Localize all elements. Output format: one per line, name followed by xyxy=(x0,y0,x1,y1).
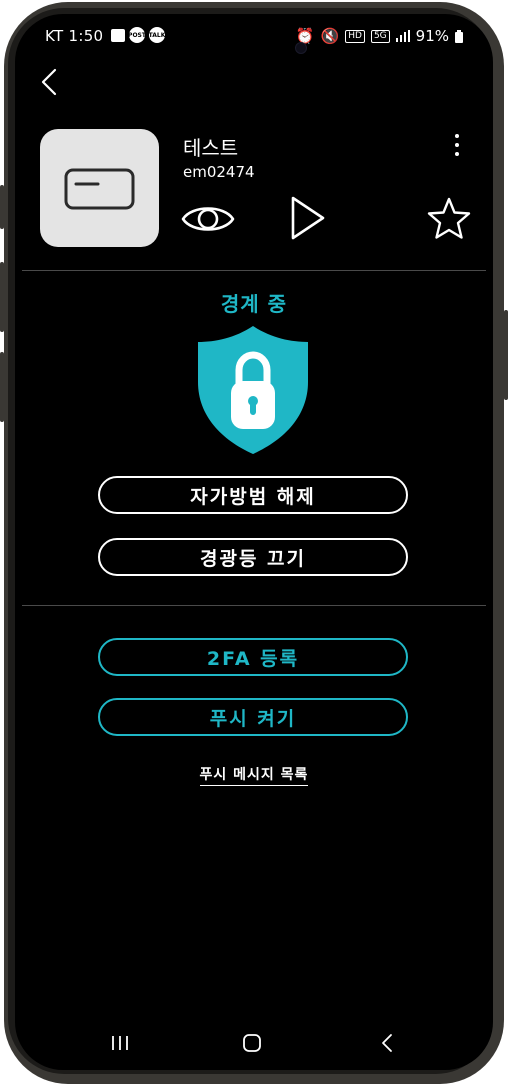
push-list-link[interactable]: 푸시 메시지 목록 xyxy=(199,767,309,786)
section-divider xyxy=(22,605,486,606)
disarm-button[interactable]: 자가방범 해제 xyxy=(98,476,408,514)
star-icon xyxy=(427,197,471,239)
back-button[interactable] xyxy=(37,66,67,98)
mute-icon: 🔇 xyxy=(320,27,340,45)
register-2fa-button[interactable]: 2FA 등록 xyxy=(98,638,408,676)
volume-down-key xyxy=(0,262,4,332)
clock: 1:50 xyxy=(68,27,104,45)
device-id: em02474 xyxy=(183,163,255,181)
view-button[interactable] xyxy=(180,197,236,241)
home-icon xyxy=(243,1034,261,1052)
device-name: 테스트 xyxy=(183,136,239,160)
status-bar: KT 1:50 POST TALK ⏰ 🔇 HD 5G 91% xyxy=(15,24,493,48)
back-arrow-icon xyxy=(382,1034,392,1052)
push-list-link-row: 푸시 메시지 목록 xyxy=(15,764,493,786)
carrier-label: KT xyxy=(45,27,64,45)
security-status: 경계 중 xyxy=(220,292,288,316)
recents-button[interactable] xyxy=(109,1032,131,1054)
more-button[interactable] xyxy=(447,130,467,160)
shield-lock-icon xyxy=(198,326,308,454)
power-key xyxy=(504,310,508,400)
volume-up-key xyxy=(0,185,4,229)
recents-icon xyxy=(112,1036,128,1050)
screen: KT 1:50 POST TALK ⏰ 🔇 HD 5G 91% 테스트 em02… xyxy=(15,14,493,1070)
carrier-time: KT 1:50 xyxy=(45,27,103,45)
siren-off-button[interactable]: 경광등 끄기 xyxy=(98,538,408,576)
push-on-button[interactable]: 푸시 켜기 xyxy=(98,698,408,736)
play-button[interactable] xyxy=(287,194,329,242)
talk-icon: TALK xyxy=(149,27,165,43)
front-camera xyxy=(295,42,307,54)
header-divider xyxy=(22,270,486,271)
more-vertical-icon xyxy=(455,134,459,156)
notification-icons: POST TALK xyxy=(111,27,165,43)
play-icon xyxy=(291,196,325,240)
network-icon: 5G xyxy=(370,29,390,43)
system-icons: ⏰ 🔇 HD 5G 91% xyxy=(296,27,463,45)
nav-back-button[interactable] xyxy=(377,1032,399,1054)
navigation-bar xyxy=(15,1024,493,1060)
signal-icon xyxy=(395,30,410,42)
battery-label: 91% xyxy=(415,27,449,45)
favorite-button[interactable] xyxy=(425,195,473,243)
home-button[interactable] xyxy=(241,1032,263,1054)
side-key-left xyxy=(0,352,4,422)
gallery-icon xyxy=(111,28,125,42)
eye-icon xyxy=(181,207,235,231)
hd-icon: HD xyxy=(345,29,365,43)
chevron-left-icon xyxy=(41,68,57,96)
battery-icon xyxy=(455,29,463,43)
card-icon xyxy=(64,168,135,210)
device-thumbnail xyxy=(40,129,159,247)
post-icon: POST xyxy=(128,27,146,43)
